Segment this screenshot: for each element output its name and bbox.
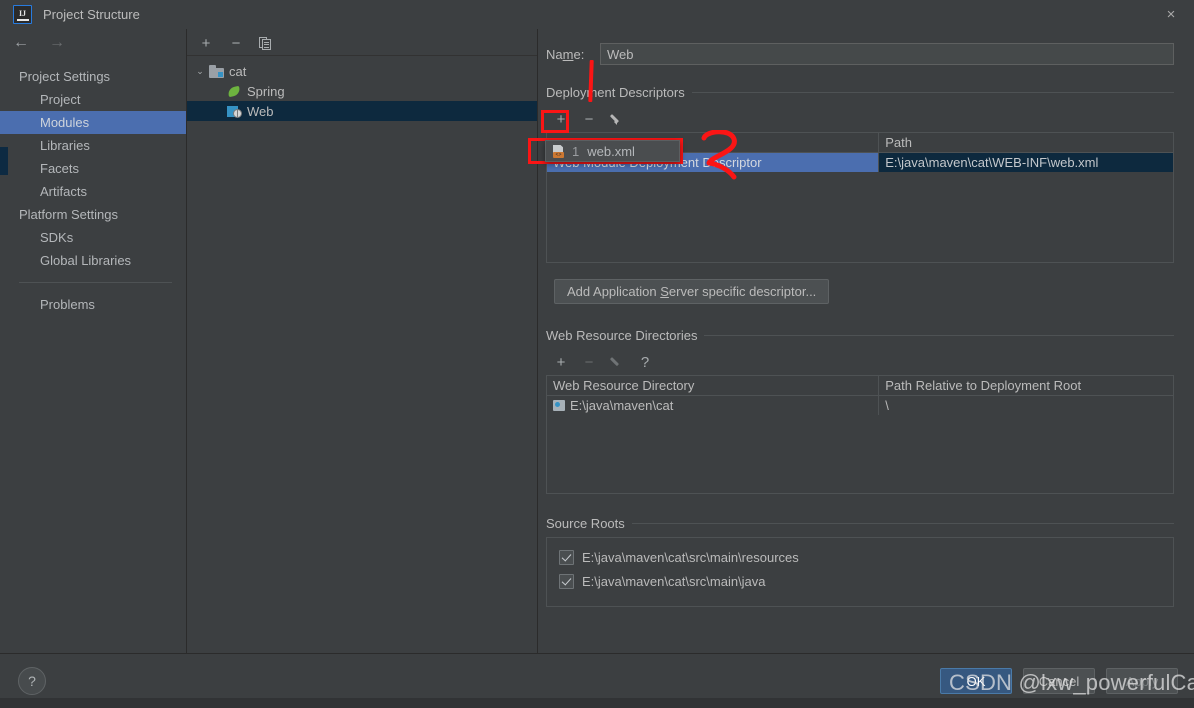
- source-roots-list: E:\java\maven\cat\src\main\resources E:\…: [546, 537, 1174, 607]
- column-header-web-resource-directory[interactable]: Web Resource Directory: [547, 376, 880, 396]
- section-rule: [631, 523, 1174, 524]
- tree-node-label: Spring: [247, 83, 285, 99]
- source-root-path: E:\java\maven\cat\src\main\java: [582, 573, 766, 589]
- tree-node-web[interactable]: Web: [187, 101, 537, 121]
- tree-node-label: Web: [247, 103, 274, 119]
- sidebar-item-global-libraries[interactable]: Global Libraries: [0, 249, 186, 272]
- source-root-path: E:\java\maven\cat\src\main\resources: [582, 549, 799, 565]
- back-arrow-icon[interactable]: ←: [13, 35, 29, 51]
- window-title: Project Structure: [43, 7, 140, 22]
- add-web-resource-directory-button[interactable]: +: [554, 355, 568, 370]
- list-item[interactable]: E:\java\maven\cat\src\main\resources: [559, 545, 1173, 569]
- sidebar-item-libraries[interactable]: Libraries: [0, 134, 186, 157]
- tree-node-cat[interactable]: ⌄ cat: [187, 61, 537, 81]
- modules-tree: ⌄ cat Spring Web: [187, 56, 537, 653]
- add-application-server-specific-descriptor-button[interactable]: Add Application Server specific descript…: [554, 279, 830, 304]
- web-facet-icon: [227, 105, 242, 118]
- close-icon[interactable]: ×: [1148, 0, 1194, 29]
- popup-item-label: web.xml: [587, 143, 635, 159]
- sidebar-item-artifacts[interactable]: Artifacts: [0, 180, 186, 203]
- table-header-row: Web Resource Directory Path Relative to …: [547, 376, 1173, 396]
- cell-text: E:\java\maven\cat: [570, 398, 674, 413]
- section-title: Deployment Descriptors: [546, 85, 685, 100]
- dialog-footer: ? OK Cancel Apply: [0, 653, 1194, 708]
- intellij-idea-logo-icon: IJ: [13, 5, 32, 24]
- deployment-descriptors-header: Deployment Descriptors: [546, 85, 1174, 100]
- cell-relative-path: \: [885, 398, 889, 413]
- edit-descriptor-pencil-icon[interactable]: [609, 112, 624, 126]
- section-rule: [691, 92, 1174, 93]
- cancel-button[interactable]: Cancel: [1023, 668, 1095, 694]
- forward-arrow-icon[interactable]: →: [49, 35, 65, 51]
- add-server-descriptor-row: Add Application Server specific descript…: [546, 279, 1174, 304]
- title-bar: IJ Project Structure ×: [0, 0, 1194, 29]
- tree-node-label: cat: [229, 63, 247, 79]
- spring-facet-icon: [227, 85, 242, 98]
- web-resource-directories-header: Web Resource Directories: [546, 328, 1174, 343]
- edit-web-resource-directory-pencil-icon[interactable]: [609, 355, 624, 369]
- web-resource-directories-table-wrap: Web Resource Directory Path Relative to …: [546, 376, 1174, 494]
- deployment-descriptors-section: Deployment Descriptors + − Path Web Modu…: [538, 85, 1194, 304]
- name-row: Name:: [538, 29, 1194, 65]
- remove-descriptor-button[interactable]: −: [582, 112, 596, 127]
- name-input[interactable]: [600, 43, 1174, 65]
- help-icon[interactable]: ?: [18, 667, 46, 695]
- sidebar-item-sdks[interactable]: SDKs: [0, 226, 186, 249]
- name-label: Name:: [546, 46, 585, 62]
- web-resource-directories-section: Web Resource Directories + − ? Web Resou…: [538, 328, 1194, 494]
- dialog-body: ← → Project Settings Project Modules Lib…: [0, 29, 1194, 653]
- column-header-path[interactable]: Path: [878, 133, 1173, 153]
- add-descriptor-button[interactable]: +: [554, 112, 568, 127]
- source-roots-header: Source Roots: [546, 516, 1174, 531]
- column-header-relative-path[interactable]: Path Relative to Deployment Root: [878, 376, 1173, 396]
- sidebar-item-modules[interactable]: Modules: [0, 111, 186, 134]
- section-rule: [704, 335, 1174, 336]
- sidebar-group-platform-settings: Platform Settings: [19, 207, 118, 222]
- xml-tag-glyph: <>: [553, 151, 564, 158]
- ok-button[interactable]: OK: [940, 668, 1012, 694]
- tree-node-spring[interactable]: Spring: [187, 81, 537, 101]
- web-resource-directories-table: Web Resource Directory Path Relative to …: [547, 376, 1173, 415]
- web-facet-editor: Name: Deployment Descriptors + −: [538, 29, 1194, 653]
- copy-module-icon[interactable]: [259, 36, 272, 50]
- list-item[interactable]: E:\java\maven\cat\src\main\java: [559, 569, 1173, 593]
- popup-item-index: 1: [572, 143, 580, 159]
- source-roots-section: Source Roots E:\java\maven\cat\src\main\…: [538, 516, 1194, 607]
- remove-module-button[interactable]: −: [229, 36, 243, 51]
- xml-file-icon: <>: [552, 144, 565, 158]
- project-structure-dialog: IJ Project Structure × ← → Project Setti…: [0, 0, 1194, 708]
- cell-descriptor-path: E:\java\maven\cat\WEB-INF\web.xml: [878, 152, 1173, 172]
- section-title: Source Roots: [546, 516, 625, 531]
- directory-icon: [553, 400, 565, 411]
- sidebar-list: Project Settings Project Modules Librari…: [0, 57, 186, 316]
- section-title: Web Resource Directories: [546, 328, 698, 343]
- chevron-down-icon[interactable]: ⌄: [191, 66, 209, 77]
- sidebar-item-problems[interactable]: Problems: [0, 293, 186, 316]
- table-row[interactable]: E:\java\maven\cat \: [547, 395, 1173, 415]
- module-group-folder-icon: [209, 64, 224, 78]
- settings-sidebar: ← → Project Settings Project Modules Lib…: [0, 29, 187, 653]
- apply-button[interactable]: Apply: [1106, 668, 1178, 694]
- add-module-button[interactable]: +: [199, 36, 213, 51]
- modules-tree-panel: + − ⌄ cat Spring Web: [187, 29, 538, 653]
- sidebar-item-project[interactable]: Project: [0, 88, 186, 111]
- sidebar-navigation: ← →: [0, 29, 186, 57]
- remove-web-resource-directory-button[interactable]: −: [582, 355, 596, 370]
- web-resource-directories-toolbar: + − ?: [546, 349, 1174, 376]
- web-resource-help-icon[interactable]: ?: [638, 355, 652, 370]
- logo-underbar: [16, 19, 29, 21]
- logo-letters: IJ: [18, 8, 27, 18]
- left-edge-strip: [0, 147, 8, 175]
- sidebar-item-facets[interactable]: Facets: [0, 157, 186, 180]
- source-root-checkbox[interactable]: [559, 573, 574, 589]
- bottom-strip: [0, 698, 1194, 708]
- add-descriptor-popup-item[interactable]: <> 1 web.xml: [545, 140, 680, 162]
- sidebar-divider: [19, 282, 172, 283]
- sidebar-group-project-settings: Project Settings: [19, 69, 111, 84]
- modules-tree-toolbar: + −: [187, 29, 537, 56]
- cell-web-resource-directory: E:\java\maven\cat: [547, 395, 880, 415]
- deployment-descriptors-toolbar: + −: [546, 106, 1174, 133]
- source-root-checkbox[interactable]: [559, 549, 574, 565]
